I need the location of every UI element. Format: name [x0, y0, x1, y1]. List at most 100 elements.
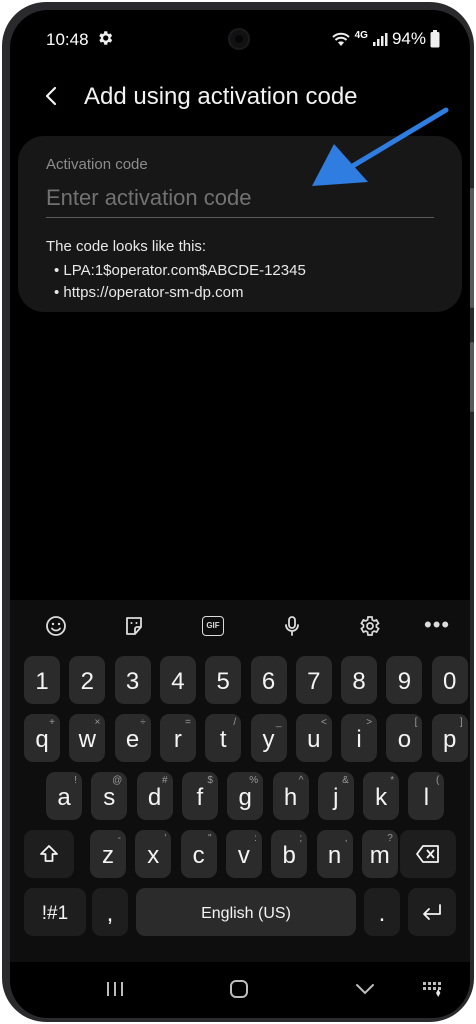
emoji-icon[interactable]	[44, 614, 68, 638]
key-l[interactable]: (l	[408, 772, 445, 820]
key-hint: -	[117, 833, 121, 844]
back-arrow-icon[interactable]	[40, 84, 64, 108]
key-g[interactable]: % g	[227, 772, 264, 820]
key-hint: ,	[344, 833, 348, 844]
enter-key[interactable]	[408, 888, 456, 936]
key-z[interactable]: -z	[90, 830, 126, 878]
more-icon[interactable]: •••	[424, 612, 450, 638]
key-c[interactable]: " c	[180, 830, 217, 878]
key-s[interactable]: @ s	[91, 772, 128, 820]
status-time: 10:48	[46, 30, 89, 49]
key-label: 0	[443, 668, 457, 695]
key-d[interactable]: # d	[136, 772, 173, 820]
key-2[interactable]: 2	[69, 656, 106, 704]
key-i[interactable]: > i	[341, 714, 378, 762]
symbols-key[interactable]: !#1	[24, 888, 86, 936]
key-o[interactable]: [o	[386, 714, 423, 762]
key-p[interactable]: ] p	[431, 714, 468, 762]
key-label: 5	[216, 668, 230, 695]
phone-frame: 10:48 4G 94% Add using activation code A…	[2, 2, 474, 1022]
key-j[interactable]: & j	[317, 772, 354, 820]
key-label: t	[219, 726, 227, 753]
battery-percent: 94%	[391, 29, 426, 48]
activation-code-label: Activation code	[46, 156, 148, 173]
backspace-key[interactable]	[400, 830, 456, 878]
key-h[interactable]: ^ h	[272, 772, 309, 820]
recent-apps-icon[interactable]	[102, 976, 128, 1002]
key-hint: $	[207, 775, 213, 786]
key-7[interactable]: 7	[295, 656, 332, 704]
key-label: b	[282, 842, 296, 869]
key-hint: :	[254, 833, 257, 844]
key-1[interactable]: 1	[24, 656, 60, 704]
key-label: h	[283, 784, 298, 811]
status-bar: 10:48 4G 94%	[10, 28, 470, 52]
settings-notification-icon	[99, 31, 113, 45]
key-label: p	[443, 726, 457, 753]
key-8[interactable]: 8	[341, 656, 378, 704]
key-6[interactable]: 6	[250, 656, 287, 704]
settings-icon[interactable]	[357, 614, 381, 638]
key-q[interactable]: + q	[24, 714, 60, 762]
key-hint: '	[164, 833, 167, 844]
hide-keyboard-icon[interactable]	[352, 976, 378, 1002]
wifi-icon	[331, 32, 350, 46]
key-hint: <	[320, 717, 327, 728]
space-key[interactable]: English (US)	[136, 888, 356, 936]
key-label: 9	[397, 668, 412, 695]
key-hint: >	[366, 717, 373, 728]
period-key[interactable]: .	[364, 888, 400, 936]
network-type: 4G	[354, 29, 368, 41]
key-label: s	[103, 784, 116, 811]
key-y[interactable]: _ y	[250, 714, 287, 762]
key-k[interactable]: * k	[363, 772, 400, 820]
key-label: d	[147, 784, 162, 811]
hint-title: The code looks like this:	[46, 238, 207, 255]
key-m[interactable]: ? m	[361, 830, 398, 878]
key-label: c	[192, 842, 205, 869]
key-label: m	[369, 842, 390, 869]
key-r[interactable]: = r	[159, 714, 196, 762]
key-label: English (US)	[201, 905, 291, 922]
key-w[interactable]: × w	[69, 714, 106, 762]
microphone-icon[interactable]	[280, 614, 304, 638]
key-label: l	[423, 784, 430, 811]
comma-key[interactable]: ,	[92, 888, 128, 936]
home-icon[interactable]	[226, 976, 252, 1002]
key-u[interactable]: < u	[295, 714, 332, 762]
battery-icon	[430, 30, 440, 48]
key-4[interactable]: 4	[159, 656, 196, 704]
signal-icon	[372, 33, 388, 46]
key-v[interactable]: :v	[225, 830, 262, 878]
navigation-bar	[10, 962, 470, 1018]
key-e[interactable]: ÷ e	[114, 714, 151, 762]
sticker-icon[interactable]	[122, 614, 146, 638]
key-label: 4	[171, 668, 185, 695]
backspace-icon	[416, 845, 439, 863]
gif-icon[interactable]: GIF	[202, 616, 224, 636]
key-hint: ÷	[140, 717, 146, 728]
keyboard-grid-icon[interactable]	[420, 976, 446, 1002]
key-3[interactable]: 3	[114, 656, 151, 704]
shift-key[interactable]	[24, 830, 74, 878]
key-label: 1	[35, 668, 49, 695]
key-hint: !	[74, 775, 77, 786]
on-screen-keyboard: GIF ••• 1 2 3 4 5 6 7 8 9 0 + q × w ÷ e = r / t _ y < u > i[o] p ! a…	[10, 600, 470, 962]
key-9[interactable]: 9	[386, 656, 423, 704]
key-x[interactable]: ' x	[135, 830, 172, 878]
key-n[interactable]: ,n	[316, 830, 353, 878]
key-label: 7	[307, 668, 321, 695]
key-t[interactable]: / t	[205, 714, 242, 762]
shift-icon	[40, 845, 58, 862]
key-f[interactable]: $ f	[181, 772, 218, 820]
keyboard-toolbar: GIF •••	[10, 604, 470, 648]
key-5[interactable]: 5	[205, 656, 242, 704]
key-hint: ?	[387, 833, 393, 844]
key-0[interactable]: 0	[431, 656, 468, 704]
key-hint: #	[162, 775, 168, 786]
key-label: k	[375, 784, 388, 811]
key-b[interactable]: ; b	[271, 830, 308, 878]
key-hint: +	[49, 717, 55, 728]
front-camera	[228, 28, 250, 50]
key-a[interactable]: ! a	[46, 772, 82, 820]
